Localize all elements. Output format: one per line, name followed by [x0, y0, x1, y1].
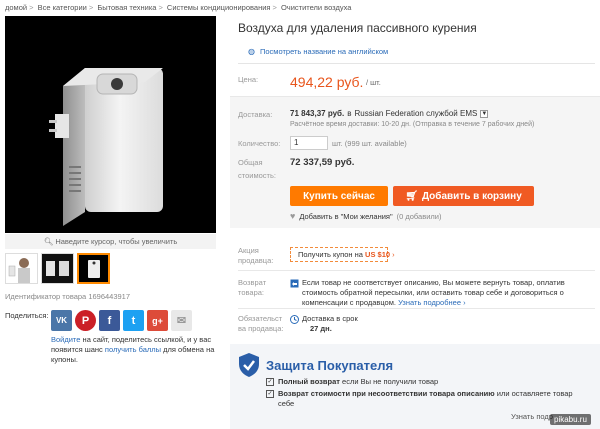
total-label: Общая стоимость:	[238, 158, 276, 180]
translate-title-link[interactable]: ◍ Посмотреть название на английском	[248, 47, 388, 56]
shipping-cost: 71 843,37 руб.	[290, 109, 345, 118]
product-title: Воздуха для удаления пассивного курения	[238, 21, 477, 35]
check-icon: ✓	[266, 378, 274, 386]
cart-icon: 🛒︎	[405, 190, 418, 202]
watermark: pikabu.ru	[550, 414, 591, 425]
breadcrumb: домой > Все категории > Бытовая техника > С…	[5, 3, 352, 12]
chevron-down-icon[interactable]: ▼	[480, 109, 489, 118]
buyer-protection-title: Защита Покупателя	[266, 358, 394, 373]
pinterest-icon[interactable]: P	[75, 310, 96, 331]
breadcrumb-air-purifiers[interactable]: Очистители воздуха	[281, 3, 351, 12]
twitter-icon[interactable]: t	[123, 310, 144, 331]
protection-item-refund-mismatch: ✓ Возврат стоимости при несоответствии т…	[266, 389, 573, 408]
quantity-info: шт. (999 шт. available)	[332, 139, 407, 148]
divider	[238, 308, 595, 309]
breadcrumb-home[interactable]: домой	[5, 3, 27, 12]
vk-icon[interactable]: VK	[51, 310, 72, 331]
learn-more-link[interactable]: Узнать подробнее ›	[398, 298, 466, 307]
get-points-link[interactable]: получить баллы	[105, 345, 161, 354]
seller-obligation-label: Обязательст ва продавца:	[238, 314, 284, 333]
google-plus-icon[interactable]: g+	[147, 310, 168, 331]
shipping-time: Расчётное время доставки: 10-20 дн. (Отп…	[290, 121, 535, 128]
price-unit: / шт.	[366, 78, 381, 87]
coupon-button[interactable]: Получить купон на US $10 ›	[290, 247, 395, 262]
main-product-image[interactable]	[5, 16, 216, 233]
thumbnail-strip	[5, 253, 110, 284]
quantity-label: Количество:	[238, 139, 281, 148]
share-icons: VK P f t g+ ✉	[51, 310, 192, 331]
login-link[interactable]: Войдите	[51, 335, 80, 344]
return-icon	[290, 279, 299, 288]
facebook-icon[interactable]: f	[99, 310, 120, 331]
shipping-method[interactable]: Russian Federation службой EMS	[354, 109, 477, 118]
shield-icon	[239, 353, 259, 377]
thumbnail-2[interactable]	[41, 253, 74, 284]
add-to-cart-button[interactable]: 🛒︎ Добавить в корзину	[393, 186, 534, 206]
breadcrumb-all-categories[interactable]: Все категории	[38, 3, 87, 12]
returns-label: Возврат товара:	[238, 278, 267, 297]
share-label: Поделиться:	[5, 311, 49, 320]
share-note: Войдите на сайт, поделитесь ссылкой, и у…	[51, 335, 215, 364]
shipping-label: Доставка:	[238, 110, 273, 119]
protection-item-full-refund: ✓ Полный возврат если Вы не получили тов…	[266, 377, 439, 386]
quantity-input[interactable]: 1	[290, 136, 328, 150]
price-label: Цена:	[238, 75, 259, 84]
buy-now-button[interactable]: Купить сейчас	[290, 186, 388, 206]
thumbnail-3-selected[interactable]	[77, 253, 110, 284]
check-icon: ✓	[266, 390, 274, 398]
clock-icon	[290, 315, 299, 324]
divider	[238, 63, 595, 64]
breadcrumb-appliances[interactable]: Бытовая техника	[97, 3, 156, 12]
delivery-guarantee-text: Доставка в срок 27 дн.	[302, 314, 358, 333]
globe-icon: ◍	[248, 47, 255, 56]
shipping-line: 71 843,37 руб. в Russian Federation служ…	[290, 109, 489, 118]
protection-learn-more-link[interactable]: Узнать подр	[511, 412, 553, 421]
thumbnail-1[interactable]	[5, 253, 38, 284]
price-value: 494,22 руб.	[290, 74, 364, 90]
promo-label: Акция продавца:	[238, 246, 274, 265]
zoom-hint: 🔍︎ Наведите курсор, чтобы увеличить	[5, 234, 216, 249]
total-value: 72 337,59 руб.	[290, 157, 355, 168]
magnifier-icon: 🔍︎	[43, 237, 54, 246]
air-purifier-image	[5, 16, 216, 233]
divider	[238, 270, 595, 271]
breadcrumb-air-conditioning[interactable]: Системы кондиционирования	[167, 3, 271, 12]
heart-icon: ♥	[290, 211, 296, 221]
returns-text: Если товар не соответствует описанию, Вы…	[302, 278, 565, 307]
wishlist-link[interactable]: ♥ Добавить в "Мои желания" (0 добавили)	[290, 211, 441, 221]
product-id: Идентификатор товара 1696443917	[5, 292, 131, 301]
email-icon[interactable]: ✉	[171, 310, 192, 331]
